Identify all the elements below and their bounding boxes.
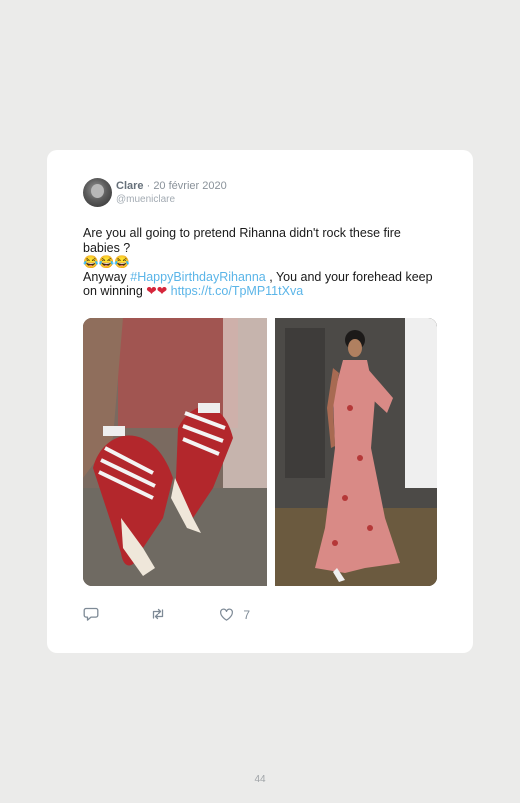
- like-action[interactable]: 7: [219, 606, 250, 623]
- like-count: 7: [243, 607, 251, 622]
- photo-rihanna-dress[interactable]: [275, 318, 437, 586]
- reply-icon[interactable]: [83, 606, 99, 622]
- author-name[interactable]: Clare: [116, 180, 144, 192]
- tweet-text-anyway: Anyway: [83, 269, 131, 284]
- heart-icon[interactable]: [219, 607, 234, 623]
- photo-sneakers[interactable]: [83, 318, 267, 586]
- dress-illustration: [275, 318, 437, 586]
- author-handle[interactable]: @mueniclare: [116, 194, 175, 205]
- tweet-card: Clare · 20 février 2020 @mueniclare Are …: [47, 150, 473, 653]
- tweet-emoji: 😂😂😂: [83, 255, 130, 269]
- tweet-url-link[interactable]: https://t.co/TpMP11tXva: [167, 284, 303, 298]
- hearts-emoji: ❤❤: [146, 284, 168, 298]
- tweet-date[interactable]: 20 février 2020: [153, 180, 226, 192]
- sneakers-illustration: [83, 318, 267, 586]
- page-number: 44: [254, 774, 266, 785]
- avatar-face: [91, 184, 104, 198]
- avatar[interactable]: [83, 178, 112, 207]
- retweet-icon[interactable]: [150, 606, 166, 622]
- tweet-actions: 7: [83, 606, 383, 622]
- tweet-text: Are you all going to pretend Rihanna did…: [83, 226, 433, 299]
- meta-separator: ·: [143, 180, 154, 192]
- tweet-text-line3: Anyway #HappyBirthdayRihanna , You and y…: [83, 270, 433, 299]
- author-line: Clare · 20 février 2020: [116, 180, 227, 192]
- tweet-media: [83, 318, 437, 586]
- hashtag-link[interactable]: #HappyBirthdayRihanna: [130, 270, 266, 284]
- tweet-text-line1: Are you all going to pretend Rihanna did…: [83, 226, 401, 255]
